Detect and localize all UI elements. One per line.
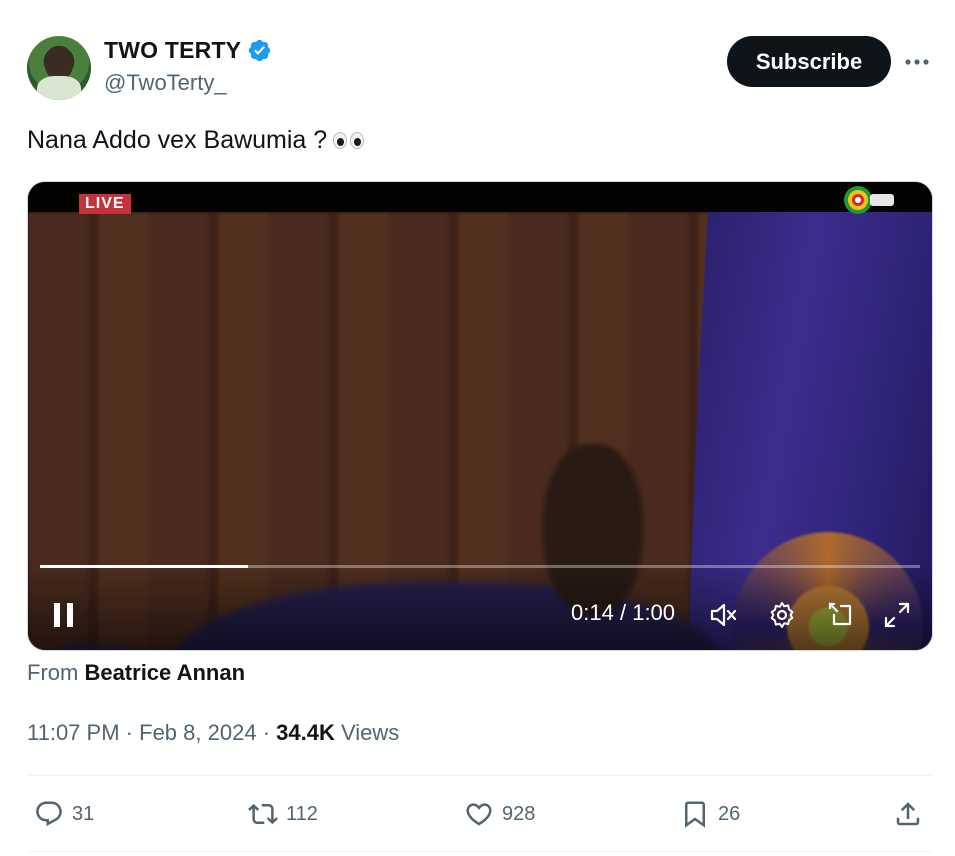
video-progress-bar[interactable]: [40, 565, 920, 568]
author-avatar[interactable]: [27, 36, 91, 100]
eyes-emoji-icon: [333, 131, 365, 149]
share-button[interactable]: [893, 797, 923, 831]
bookmark-count: 26: [718, 802, 741, 825]
tv-channel-logo-icon: [844, 186, 894, 214]
more-horizontal-icon[interactable]: [902, 50, 932, 74]
divider: [27, 775, 933, 776]
divider: [27, 851, 933, 852]
video-source-prefix: From: [27, 660, 79, 685]
video-time-separator: /: [619, 600, 627, 625]
repost-icon: [248, 803, 278, 825]
author-display-name[interactable]: TWO TERTY: [104, 37, 241, 64]
pause-icon[interactable]: [48, 599, 80, 631]
author-handle[interactable]: @TwoTerty_: [104, 70, 227, 96]
video-progress-fill: [40, 565, 248, 568]
tweet-text: Nana Addo vex Bawumia ?: [27, 124, 365, 156]
settings-icon[interactable]: [767, 600, 797, 630]
tweet-text-content: Nana Addo vex Bawumia ?: [27, 126, 328, 154]
video-source: From Beatrice Annan: [27, 660, 245, 686]
fullscreen-icon[interactable]: [882, 600, 912, 630]
like-button[interactable]: 928: [464, 797, 535, 831]
reply-button[interactable]: 31: [34, 797, 94, 831]
tweet-time[interactable]: 11:07 PM: [27, 720, 120, 745]
video-current-time: 0:14: [571, 600, 614, 625]
video-source-name[interactable]: Beatrice Annan: [84, 660, 245, 685]
video-time: 0:14 / 1:00: [571, 600, 675, 626]
video-duration: 1:00: [632, 600, 676, 625]
views-label: Views: [340, 720, 400, 745]
reply-count: 31: [72, 802, 95, 825]
tweet-date[interactable]: Feb 8, 2024: [139, 720, 256, 745]
share-icon: [896, 802, 920, 826]
like-count: 928: [502, 802, 536, 825]
live-badge: LIVE: [79, 194, 131, 214]
tweet-meta: 11:07 PM · Feb 8, 2024 · 34.4K Views: [27, 720, 399, 746]
author-name-row[interactable]: TWO TERTY: [104, 37, 272, 64]
meta-separator: ·: [125, 720, 133, 745]
views-count: 34.4K: [276, 720, 335, 745]
repost-count: 112: [286, 802, 318, 825]
verified-badge-icon: [249, 39, 271, 62]
bookmark-button[interactable]: 26: [680, 797, 740, 831]
reply-icon: [36, 801, 62, 827]
bookmark-icon: [685, 801, 705, 828]
repost-button[interactable]: 112: [248, 797, 318, 831]
mute-icon[interactable]: [708, 600, 738, 630]
picture-in-picture-icon[interactable]: [826, 600, 856, 630]
heart-icon: [466, 803, 492, 826]
meta-separator: ·: [262, 720, 271, 745]
subscribe-button[interactable]: Subscribe: [727, 36, 891, 87]
